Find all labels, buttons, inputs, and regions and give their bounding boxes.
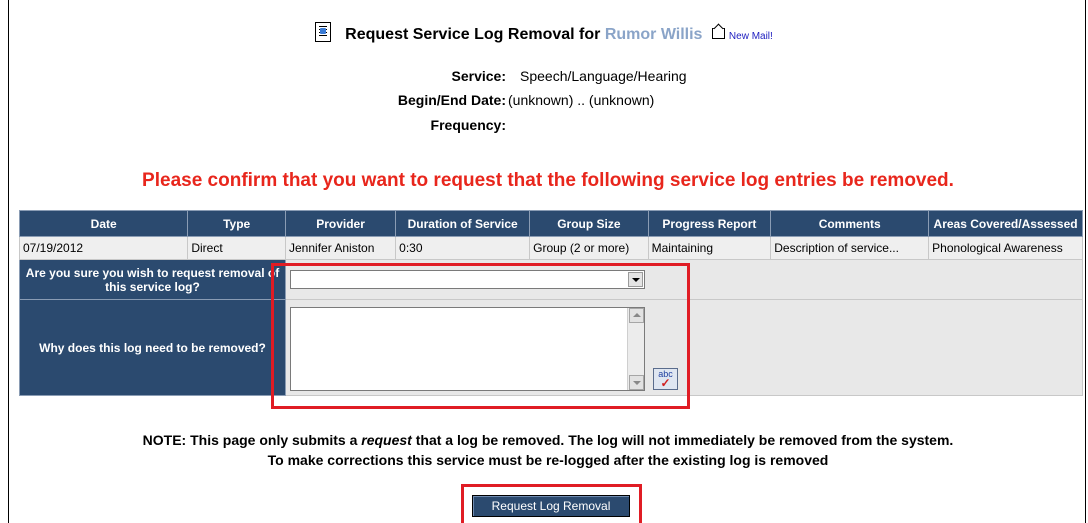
checkmark-icon: ✓ xyxy=(660,375,671,390)
dates-value: (unknown) .. (unknown) xyxy=(508,92,655,108)
column-header: Date xyxy=(18,210,189,237)
confirm-answer-cell xyxy=(285,259,1083,300)
confirm-question-label: Are you sure you wish to request removal… xyxy=(19,259,286,300)
scroll-up-icon[interactable] xyxy=(629,307,644,323)
title-prefix: Request Service Log Removal for xyxy=(345,26,601,43)
column-header: Comments xyxy=(770,210,930,237)
note-emphasis: request xyxy=(361,432,412,448)
note-line-2: To make corrections this service must be… xyxy=(267,452,829,468)
table-cell: Direct xyxy=(187,236,286,260)
table-cell: Phonological Awareness xyxy=(928,236,1083,260)
reason-question-label: Why does this log need to be removed? xyxy=(19,299,286,396)
document-icon xyxy=(315,22,332,42)
reason-answer-cell: abc ✓ xyxy=(285,299,1083,396)
service-value: Speech/Language/Hearing xyxy=(520,68,687,84)
spellcheck-icon[interactable]: abc ✓ xyxy=(653,367,678,390)
mail-icon[interactable] xyxy=(711,28,725,39)
chevron-down-icon[interactable] xyxy=(628,272,643,287)
table-row: 07/19/2012 Direct Jennifer Aniston 0:30 … xyxy=(18,236,1083,260)
table-cell: Maintaining xyxy=(647,236,772,260)
scroll-down-icon[interactable] xyxy=(629,374,644,390)
note-text: that a log be removed. The log will not … xyxy=(411,432,954,448)
table-cell: Group (2 or more) xyxy=(529,236,649,260)
service-label: Service: xyxy=(451,68,506,84)
table-cell: 0:30 xyxy=(395,236,531,260)
note-line-1: NOTE: This page only submits a request t… xyxy=(0,430,1088,450)
confirm-question-row: Are you sure you wish to request removal… xyxy=(19,259,1083,300)
table-header-row: Date Type Provider Duration of Service G… xyxy=(18,210,1083,237)
student-name[interactable]: Rumor Willis xyxy=(605,26,703,43)
column-header: Type xyxy=(187,210,286,237)
removal-note: NOTE: This page only submits a request t… xyxy=(0,430,1088,470)
column-header: Areas Covered/Assessed xyxy=(928,210,1083,237)
table-cell: Description of service... xyxy=(770,236,930,260)
note-text: NOTE: This page only submits a xyxy=(142,432,362,448)
textarea-scrollbar[interactable] xyxy=(627,307,644,390)
request-log-removal-button[interactable]: Request Log Removal xyxy=(472,495,630,517)
service-log-table: Date Type Provider Duration of Service G… xyxy=(18,210,1083,396)
new-mail-link[interactable]: New Mail! xyxy=(729,31,773,42)
reason-row: Why does this log need to be removed? ab… xyxy=(19,299,1083,396)
column-header: Group Size xyxy=(529,210,649,237)
page-title: Request Service Log Removal for Rumor Wi… xyxy=(0,22,1088,44)
table-cell: Jennifer Aniston xyxy=(284,236,397,260)
dates-label: Begin/End Date: xyxy=(397,92,506,108)
reason-textarea[interactable] xyxy=(290,306,645,391)
confirm-select[interactable] xyxy=(290,270,645,289)
confirm-message: Please confirm that you want to request … xyxy=(142,170,954,191)
frequency-label: Frequency: xyxy=(430,117,506,133)
column-header: Progress Report xyxy=(647,210,772,237)
column-header: Provider xyxy=(284,210,397,237)
table-cell: 07/19/2012 xyxy=(18,236,189,260)
column-header: Duration of Service xyxy=(395,210,531,237)
